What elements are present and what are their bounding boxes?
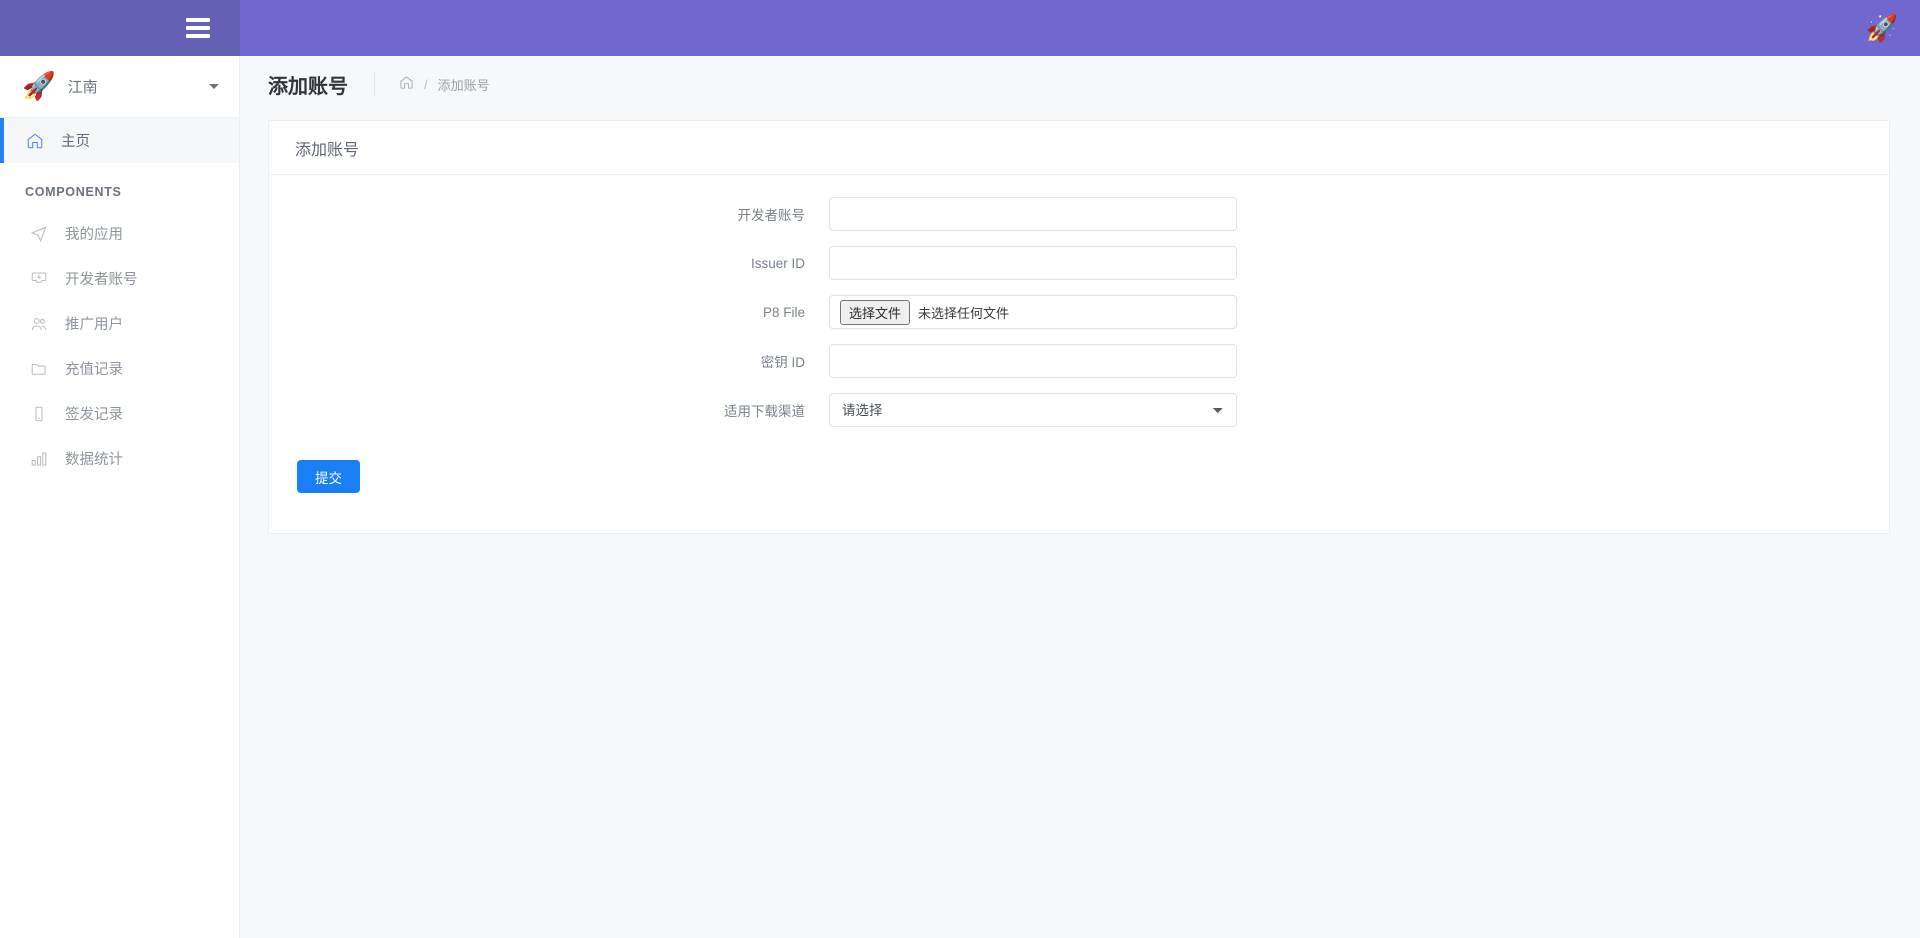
top-bar-left-section <box>0 0 240 56</box>
key-id-label: 密钥 ID <box>269 351 829 371</box>
sidebar-item-label: 开发者账号 <box>65 268 138 289</box>
inbox-download-icon <box>29 269 49 289</box>
sidebar-item-label: 推广用户 <box>65 313 123 334</box>
users-icon <box>29 314 49 334</box>
breadcrumb: / 添加账号 <box>375 75 490 94</box>
top-bar-right-section: 🚀 <box>240 0 1920 56</box>
add-account-card: 添加账号 开发者账号 Issuer ID P8 File 选择文件 <box>268 120 1890 534</box>
sidebar-item-data-statistics[interactable]: 数据统计 <box>0 436 239 481</box>
p8-file-input[interactable]: 选择文件 未选择任何文件 <box>829 295 1237 329</box>
form-row-download-channel: 适用下载渠道 请选择 <box>269 393 1889 427</box>
sidebar-section-title: COMPONENTS <box>0 163 239 211</box>
main-content: 添加账号 / 添加账号 添加账号 开发者账号 Issuer ID <box>240 56 1920 938</box>
hamburger-line <box>186 18 210 22</box>
form-row-developer-account: 开发者账号 <box>269 197 1889 231</box>
sidebar: 🚀 江南 主页 COMPONENTS 我的应用 <box>0 56 240 938</box>
sidebar-item-my-apps[interactable]: 我的应用 <box>0 211 239 256</box>
sidebar-item-label: 主页 <box>61 130 90 151</box>
top-bar: 🚀 <box>0 0 1920 56</box>
page-header: 添加账号 / 添加账号 <box>240 56 1920 112</box>
issuer-id-label: Issuer ID <box>269 256 829 271</box>
key-id-input[interactable] <box>829 344 1237 378</box>
sidebar-item-label: 签发记录 <box>65 403 123 424</box>
home-icon <box>25 131 45 151</box>
file-status-text: 未选择任何文件 <box>918 303 1009 322</box>
submit-button[interactable]: 提交 <box>297 460 360 493</box>
smartphone-icon <box>29 404 49 424</box>
hamburger-line <box>186 34 210 38</box>
sidebar-item-recharge-records[interactable]: 充值记录 <box>0 346 239 391</box>
sidebar-item-issue-records[interactable]: 签发记录 <box>0 391 239 436</box>
sidebar-user-dropdown[interactable]: 🚀 江南 <box>0 56 239 118</box>
sidebar-item-home[interactable]: 主页 <box>0 118 239 163</box>
sidebar-user-name: 江南 <box>68 76 197 97</box>
folder-icon <box>29 359 49 379</box>
app-root: 🚀 🚀 江南 主页 COMPONENTS 我的应用 <box>0 0 1920 938</box>
rocket-icon: 🚀 <box>22 73 56 100</box>
rocket-icon[interactable]: 🚀 <box>1866 15 1898 41</box>
sidebar-item-developer-account[interactable]: 开发者账号 <box>0 256 239 301</box>
card-body: 开发者账号 Issuer ID P8 File 选择文件 未选择任何文件 <box>269 175 1889 533</box>
sidebar-item-label: 数据统计 <box>65 448 123 469</box>
breadcrumb-separator: / <box>424 77 428 92</box>
sidebar-item-label: 充值记录 <box>65 358 123 379</box>
p8-file-label: P8 File <box>269 305 829 320</box>
send-icon <box>29 224 49 244</box>
chevron-down-icon[interactable] <box>209 84 219 89</box>
form-row-p8-file: P8 File 选择文件 未选择任何文件 <box>269 295 1889 329</box>
sidebar-item-promotion-users[interactable]: 推广用户 <box>0 301 239 346</box>
submit-area: 提交 <box>269 442 1889 493</box>
choose-file-button[interactable]: 选择文件 <box>840 300 910 325</box>
hamburger-line <box>186 26 210 30</box>
sidebar-item-label: 我的应用 <box>65 223 123 244</box>
form-row-issuer-id: Issuer ID <box>269 246 1889 280</box>
sidebar-nav: 主页 COMPONENTS 我的应用 开发者账号 推广用户 <box>0 118 239 481</box>
card-title: 添加账号 <box>269 121 1889 175</box>
issuer-id-input[interactable] <box>829 246 1237 280</box>
breadcrumb-current: 添加账号 <box>438 75 490 94</box>
developer-account-label: 开发者账号 <box>269 204 829 224</box>
download-channel-label: 适用下载渠道 <box>269 400 829 420</box>
page-title: 添加账号 <box>268 70 374 99</box>
bar-chart-icon <box>29 449 49 469</box>
home-icon[interactable] <box>399 75 414 93</box>
download-channel-select[interactable]: 请选择 <box>829 393 1237 427</box>
menu-toggle-icon[interactable] <box>186 18 210 38</box>
developer-account-input[interactable] <box>829 197 1237 231</box>
form-row-key-id: 密钥 ID <box>269 344 1889 378</box>
